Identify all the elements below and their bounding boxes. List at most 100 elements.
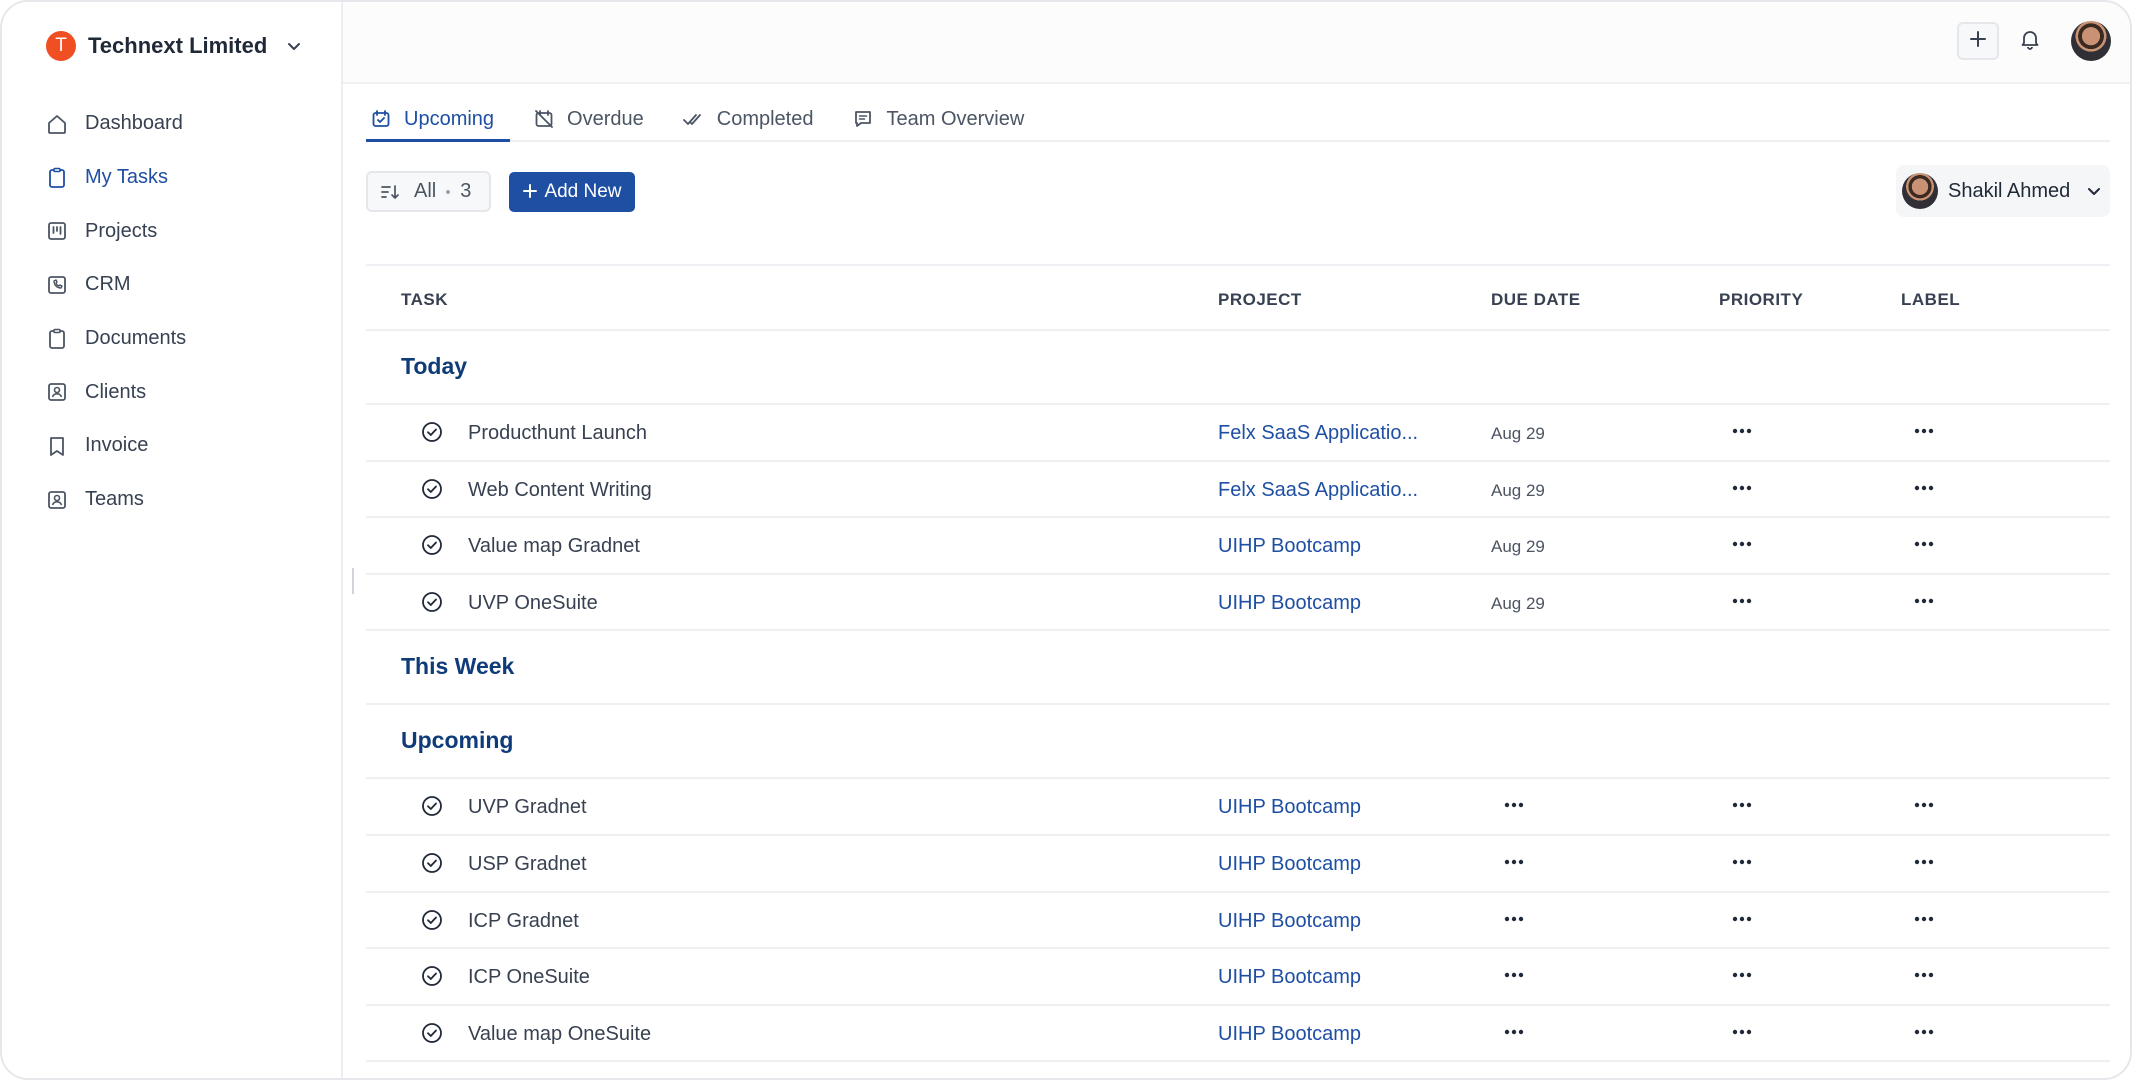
label-more-icon[interactable] (1912, 534, 1936, 554)
group-title: Upcoming (401, 727, 514, 754)
group-header-today: Today (366, 331, 2110, 405)
message-icon (852, 108, 874, 130)
sidebar-resize-handle[interactable] (352, 568, 354, 594)
notifications-button[interactable] (2013, 24, 2047, 58)
project-link[interactable]: UIHP Bootcamp (1218, 910, 1361, 933)
check-circle-icon[interactable] (421, 478, 443, 500)
due-date-more-icon[interactable] (1502, 1022, 1526, 1042)
check-circle-icon[interactable] (421, 1022, 443, 1044)
task-name[interactable]: UVP Gradnet (468, 796, 587, 819)
sort-icon (380, 181, 402, 203)
label-more-icon[interactable] (1912, 852, 1936, 872)
org-switcher[interactable]: T Technext Limited (46, 30, 303, 62)
label-more-icon[interactable] (1912, 965, 1936, 985)
sidebar-item-documents[interactable]: Documents (46, 312, 186, 366)
due-date-more-icon[interactable] (1502, 909, 1526, 929)
project-link[interactable]: Felx SaaS Applicatio... (1218, 479, 1418, 502)
task-name[interactable]: Value map Gradnet (468, 535, 640, 558)
task-name[interactable]: Web Content Writing (468, 479, 652, 502)
sidebar-item-invoice[interactable]: Invoice (46, 419, 186, 473)
task-name[interactable]: Value map OneSuite (468, 1023, 651, 1046)
sidebar-item-clients[interactable]: Clients (46, 365, 186, 419)
group-header-this-week: This Week (366, 631, 2110, 706)
project-link[interactable]: UIHP Bootcamp (1218, 535, 1361, 558)
priority-more-icon[interactable] (1730, 478, 1754, 498)
column-header-due-date[interactable]: DUE DATE (1491, 290, 1581, 310)
sidebar-item-teams[interactable]: Teams (46, 473, 186, 527)
add-new-button[interactable]: Add New (509, 172, 635, 212)
check-circle-icon[interactable] (421, 965, 443, 987)
check-circle-icon[interactable] (421, 909, 443, 931)
project-link[interactable]: UIHP Bootcamp (1218, 592, 1361, 615)
project-link[interactable]: UIHP Bootcamp (1218, 966, 1361, 989)
tab-overdue[interactable]: Overdue (529, 98, 648, 140)
project-link[interactable]: UIHP Bootcamp (1218, 1023, 1361, 1046)
check-circle-icon[interactable] (421, 852, 443, 874)
task-name[interactable]: ICP OneSuite (468, 966, 590, 989)
bell-icon (2019, 28, 2041, 55)
sort-filter-button[interactable]: All 3 (366, 171, 491, 212)
add-new-label: Add New (544, 181, 622, 202)
priority-more-icon[interactable] (1730, 965, 1754, 985)
table-row[interactable]: USP Gradnet UIHP Bootcamp (366, 836, 2110, 893)
label-more-icon[interactable] (1912, 1022, 1936, 1042)
quick-add-button[interactable] (1957, 22, 1999, 60)
user-avatar[interactable] (2071, 21, 2111, 61)
task-name[interactable]: Producthunt Launch (468, 422, 647, 445)
label-more-icon[interactable] (1912, 421, 1936, 441)
priority-more-icon[interactable] (1730, 909, 1754, 929)
tab-completed[interactable]: Completed (679, 98, 818, 140)
table-row[interactable]: Producthunt Launch Felx SaaS Applicatio..… (366, 405, 2110, 462)
check-circle-icon[interactable] (421, 421, 443, 443)
priority-more-icon[interactable] (1730, 1022, 1754, 1042)
group-header-upcoming: Upcoming (366, 705, 2110, 780)
sidebar-item-my-tasks[interactable]: My Tasks (46, 151, 186, 205)
table-row[interactable]: Web Content Writing Felx SaaS Applicatio.… (366, 462, 2110, 519)
due-date-more-icon[interactable] (1502, 852, 1526, 872)
project-link[interactable]: UIHP Bootcamp (1218, 796, 1361, 819)
column-header-task[interactable]: TASK (401, 290, 448, 310)
task-name[interactable]: ICP Gradnet (468, 910, 579, 933)
priority-more-icon[interactable] (1730, 852, 1754, 872)
table-row[interactable]: ICP Gradnet UIHP Bootcamp (366, 893, 2110, 950)
priority-more-icon[interactable] (1730, 795, 1754, 815)
task-table: TASK PROJECT DUE DATE PRIORITY LABEL Tod… (366, 264, 2110, 1063)
label-more-icon[interactable] (1912, 591, 1936, 611)
priority-more-icon[interactable] (1730, 591, 1754, 611)
table-row[interactable]: ICP OneSuite UIHP Bootcamp (366, 949, 2110, 1006)
check-circle-icon[interactable] (421, 591, 443, 613)
sidebar-item-dashboard[interactable]: Dashboard (46, 97, 186, 151)
column-header-priority[interactable]: PRIORITY (1719, 290, 1803, 310)
sidebar-item-projects[interactable]: Projects (46, 204, 186, 258)
table-row[interactable]: UVP OneSuite UIHP Bootcamp Aug 29 (366, 575, 2110, 632)
tab-upcoming[interactable]: Upcoming (366, 98, 511, 142)
task-name[interactable]: USP Gradnet (468, 853, 587, 876)
label-more-icon[interactable] (1912, 478, 1936, 498)
check-circle-icon[interactable] (421, 534, 443, 556)
user-filter-dropdown[interactable]: Shakil Ahmed (1896, 165, 2110, 217)
label-more-icon[interactable] (1912, 909, 1936, 929)
project-link[interactable]: UIHP Bootcamp (1218, 853, 1361, 876)
task-name[interactable]: UVP OneSuite (468, 592, 598, 615)
due-date-more-icon[interactable] (1502, 965, 1526, 985)
user-name: Shakil Ahmed (1948, 179, 2071, 202)
check-circle-icon[interactable] (421, 795, 443, 817)
sidebar-item-label: My Tasks (85, 166, 168, 189)
priority-more-icon[interactable] (1730, 534, 1754, 554)
tab-label: Overdue (567, 107, 644, 130)
group-title: Today (401, 353, 468, 379)
project-link[interactable]: Felx SaaS Applicatio... (1218, 422, 1418, 445)
table-row[interactable]: UVP Gradnet UIHP Bootcamp (366, 779, 2110, 836)
sidebar-item-crm[interactable]: CRM (46, 258, 186, 312)
column-header-project[interactable]: PROJECT (1218, 290, 1302, 310)
filter-count: 3 (460, 180, 472, 202)
label-more-icon[interactable] (1912, 795, 1936, 815)
column-header-label[interactable]: LABEL (1901, 290, 1960, 310)
priority-more-icon[interactable] (1730, 421, 1754, 441)
sidebar-item-label: CRM (85, 273, 131, 296)
table-row[interactable]: Value map Gradnet UIHP Bootcamp Aug 29 (366, 518, 2110, 575)
due-date-more-icon[interactable] (1502, 795, 1526, 815)
tab-team-overview[interactable]: Team Overview (848, 98, 1028, 140)
document-icon (46, 328, 68, 350)
table-row[interactable]: Value map OneSuite UIHP Bootcamp (366, 1006, 2110, 1063)
